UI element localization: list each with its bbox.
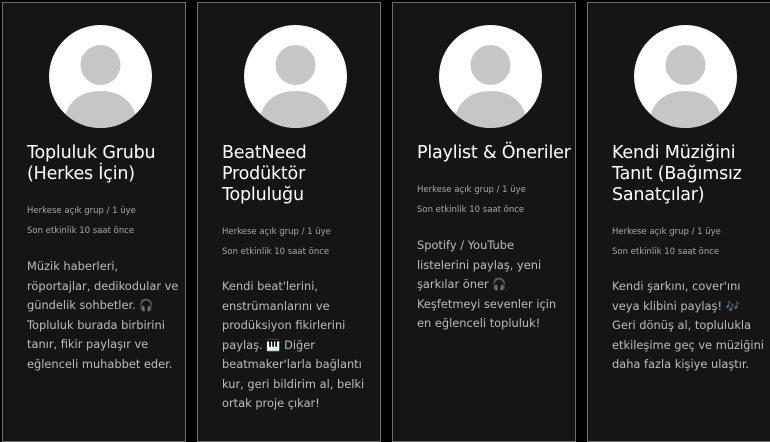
group-description: Kendi şarkını, cover'ını veya klibini pa… (612, 279, 764, 371)
group-activity-meta: Son etkinlik 10 saat önce (27, 226, 135, 236)
group-title[interactable]: Playlist & Öneriler (417, 143, 573, 164)
group-privacy-meta: Herkese açık grup / 1 üye (417, 185, 526, 195)
group-avatar-icon[interactable] (244, 25, 347, 128)
group-title[interactable]: Topluluk Grubu (Herkes İçin) (27, 143, 183, 185)
group-activity-meta: Son etkinlik 10 saat önce (222, 247, 330, 257)
group-activity-meta: Son etkinlik 10 saat önce (612, 247, 720, 257)
group-privacy-meta: Herkese açık grup / 1 üye (612, 227, 721, 237)
group-card-topluluk[interactable]: Topluluk Grubu (Herkes İçin) Herkese açı… (2, 2, 186, 442)
group-privacy-meta: Herkese açık grup / 1 üye (27, 206, 136, 216)
group-privacy-meta: Herkese açık grup / 1 üye (222, 227, 331, 237)
group-activity-meta: Son etkinlik 10 saat önce (417, 205, 525, 215)
group-description: Kendi beat'lerini, enstrümanlarını ve pr… (222, 279, 365, 410)
group-title[interactable]: Kendi Müziğini Tanıt (Bağımsız Sanatçıla… (612, 143, 768, 206)
group-description: Spotify / YouTube listelerini paylaş, ye… (417, 238, 557, 330)
group-avatar-icon[interactable] (634, 25, 737, 128)
group-avatar-icon[interactable] (439, 25, 542, 128)
group-avatar-icon[interactable] (49, 25, 152, 128)
group-card-playlist[interactable]: Playlist & Öneriler Herkese açık grup / … (392, 2, 576, 442)
group-title[interactable]: BeatNeed Prodüktör Topluluğu (222, 143, 378, 206)
group-description: Müzik haberleri, röportajlar, dedikodula… (27, 259, 179, 371)
group-card-beatneed[interactable]: BeatNeed Prodüktör Topluluğu Herkese açı… (197, 2, 381, 442)
group-card-kendi-muzigini[interactable]: Kendi Müziğini Tanıt (Bağımsız Sanatçıla… (587, 2, 770, 442)
